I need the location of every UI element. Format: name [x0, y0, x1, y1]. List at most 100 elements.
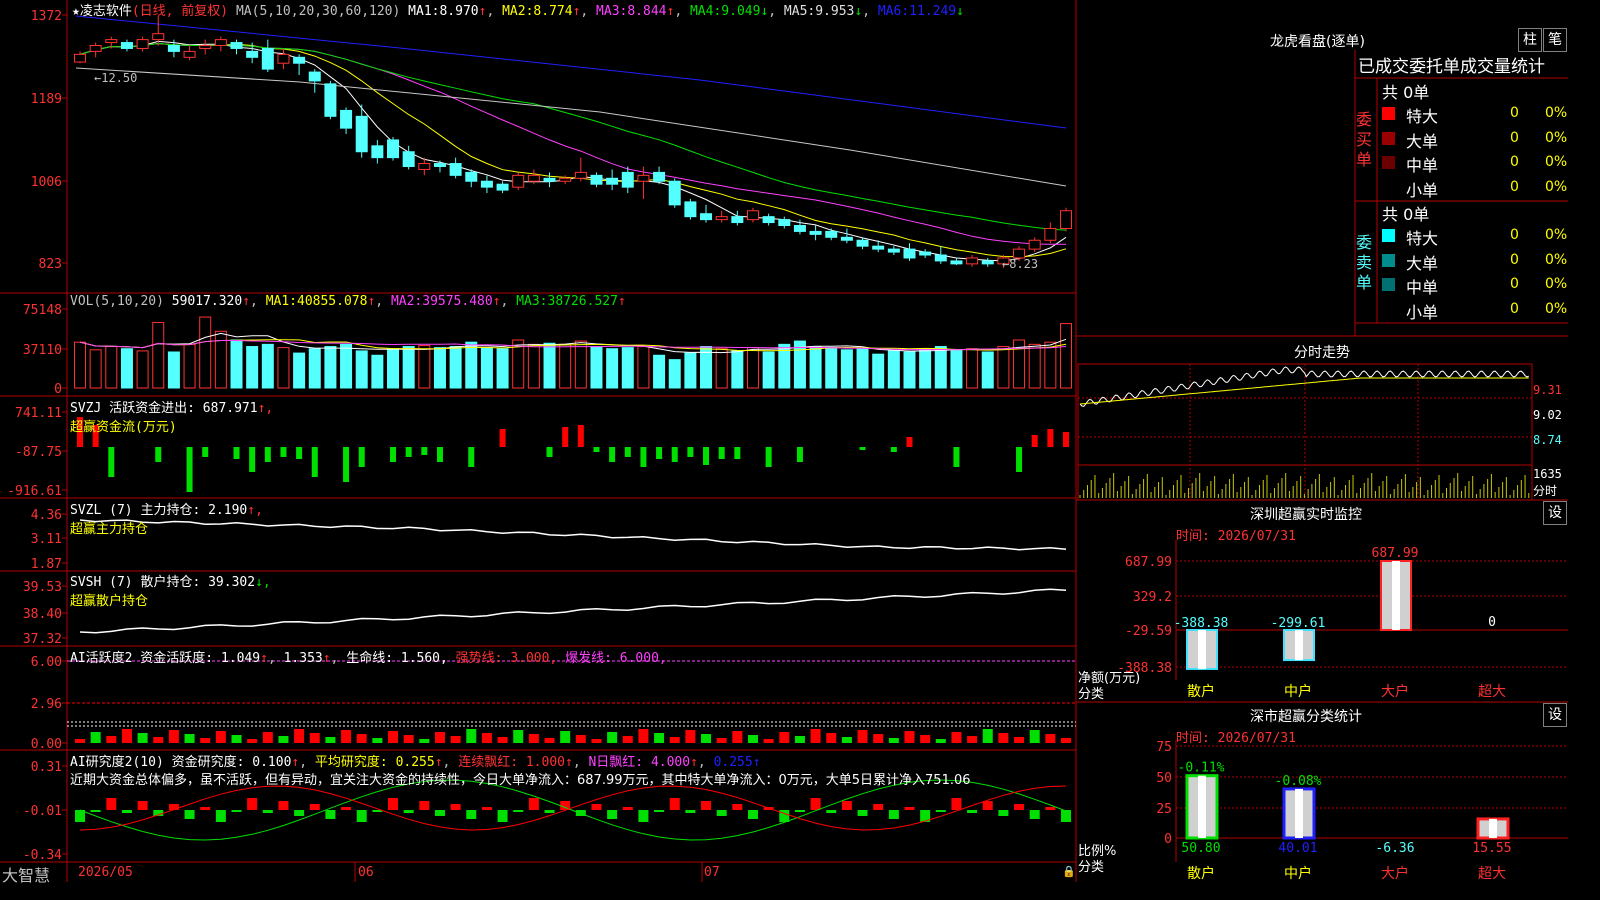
research-bar-46 — [794, 810, 805, 812]
ai-nday-label: N日飘红: — [588, 755, 644, 770]
flow-bar-40 — [703, 447, 710, 465]
monitor-bar-label-1: -299.61 — [1271, 616, 1326, 631]
activity-bar-52 — [888, 738, 899, 743]
bar-mode-button[interactable]: 柱 — [1518, 28, 1542, 52]
candle-body-9 — [214, 39, 227, 47]
sell-row-0-pct: 0% — [1545, 227, 1568, 243]
activity-bar-57 — [967, 736, 978, 743]
tab-volume-stats[interactable]: 成交量统计 — [1460, 57, 1545, 77]
candle-body-6 — [167, 45, 180, 52]
candle-body-52 — [887, 248, 900, 253]
flow-bar-11 — [249, 447, 256, 472]
vol-ma2-name: MA2: — [390, 294, 423, 309]
sell-row-1-swatch — [1382, 253, 1395, 267]
vol-ma2-arrow: ↑ — [492, 294, 501, 309]
volume-bar-35 — [621, 347, 634, 389]
buy-row-2-swatch — [1382, 156, 1395, 169]
classify-bar-label-3: 15.55 — [1472, 841, 1511, 856]
activity-bar-10 — [231, 735, 242, 743]
volume-bar-30 — [543, 342, 556, 389]
classify-category-0: 散户 — [1187, 865, 1215, 882]
stock-title[interactable]: ★凌志软件 — [72, 4, 132, 19]
research-bar-34 — [607, 810, 618, 819]
volume-bar-12 — [261, 343, 274, 389]
activity-bar-18 — [356, 734, 367, 743]
activity-bar-32 — [575, 735, 586, 743]
volume-bar-37 — [653, 354, 666, 389]
lock-icon[interactable]: 🔒 — [1062, 865, 1076, 878]
sell-row-0-count: 0 — [1510, 227, 1519, 243]
ma3-line — [79, 42, 1066, 245]
research-bar-63 — [1061, 810, 1071, 822]
candle-body-50 — [856, 239, 869, 247]
research-bar-7 — [184, 810, 195, 819]
monitor-y-tick-1: 329.2 — [1133, 590, 1172, 605]
research-bar-51 — [873, 804, 884, 810]
research-bar-55 — [935, 810, 946, 812]
classify-bar-highlight-0 — [1198, 775, 1206, 838]
research-bar-60 — [1014, 804, 1025, 810]
activity-bar-14 — [294, 729, 305, 743]
candle-body-42 — [731, 216, 744, 224]
volume-bar-17 — [340, 343, 353, 389]
candle-body-25 — [465, 171, 478, 182]
flow-bar-21 — [405, 447, 412, 457]
buy-row-0-label: 特大 — [1406, 107, 1439, 126]
tab-orders[interactable]: 委托单 — [1409, 57, 1460, 77]
sell-row-2-pct: 0% — [1545, 276, 1568, 292]
volume-bar-0 — [74, 341, 86, 389]
research-bar-43 — [747, 810, 758, 819]
monitor-settings-button[interactable]: 设 — [1543, 501, 1567, 525]
flow-bar-44 — [765, 447, 772, 467]
vol-y-tick-2: 0 — [54, 382, 62, 397]
date-tick-1: 06 — [358, 865, 374, 880]
research-bar-39 — [685, 810, 696, 813]
volume-bar-63 — [1060, 323, 1072, 389]
svsh-y-tick-1: 38.40 — [23, 607, 62, 622]
buy-row-1-label: 大单 — [1406, 131, 1439, 151]
research-bar-14 — [294, 810, 305, 816]
activity-bar-22 — [419, 739, 430, 743]
svzl-arrow: ↑, — [247, 503, 263, 518]
ma5-line — [75, 67, 1067, 187]
candle-body-47 — [809, 230, 822, 235]
svzj-header: SVZJ 活跃资金进出: 687.971↑, 超赢资金流(万元) — [70, 397, 273, 435]
ma1-value: 8.970 — [439, 4, 479, 19]
flow-bar-2 — [108, 447, 115, 477]
classify-change-0: -0.11% — [1178, 761, 1225, 776]
activity-bar-63 — [1061, 738, 1071, 743]
candle-body-55 — [934, 254, 947, 262]
buy-row-0-swatch — [1382, 107, 1395, 120]
monitor-time: 时间: 2026/07/31 — [1176, 529, 1296, 544]
vol-ma3-arrow: ↑ — [617, 294, 626, 309]
flow-bar-25 — [468, 447, 475, 467]
research-bar-28 — [513, 810, 524, 812]
classify-settings-button[interactable]: 设 — [1543, 703, 1567, 727]
research-bar-21 — [403, 810, 414, 813]
buy-row-1-count: 0 — [1510, 129, 1519, 146]
ma5-value: 9.953 — [815, 4, 855, 19]
classify-cat-label: 分类 — [1078, 860, 1105, 875]
period-label: (日线, 前复权) — [131, 4, 229, 19]
flow-bar-37 — [656, 447, 663, 459]
activity-bar-49 — [841, 737, 852, 743]
sell-total: 共 0单 — [1382, 205, 1430, 224]
vol-ma2-value: 39575.480 — [422, 294, 493, 309]
flow-bar-5 — [155, 447, 162, 462]
ai-active-v1: 1.049 — [220, 651, 261, 666]
flow-bar-42 — [734, 447, 741, 459]
tick-mode-button[interactable]: 笔 — [1543, 28, 1567, 52]
volume-bar-44 — [762, 351, 775, 389]
ai-avg-value: 0.255 — [395, 755, 435, 770]
research-bar-53 — [904, 807, 915, 810]
research-bar-13 — [278, 801, 289, 810]
tab-executed[interactable]: 已成交 — [1358, 57, 1409, 77]
flow-bar-17 — [343, 447, 350, 482]
activity-bar-0 — [75, 739, 85, 743]
candle-body-19 — [371, 145, 384, 159]
activity-bar-17 — [341, 730, 352, 743]
vol-ma3-name: MA3: — [516, 294, 548, 309]
date-tick-2: 07 — [704, 865, 720, 880]
vol-ma1-value: 40855.078 — [297, 294, 368, 309]
activity-bar-2 — [106, 736, 117, 743]
